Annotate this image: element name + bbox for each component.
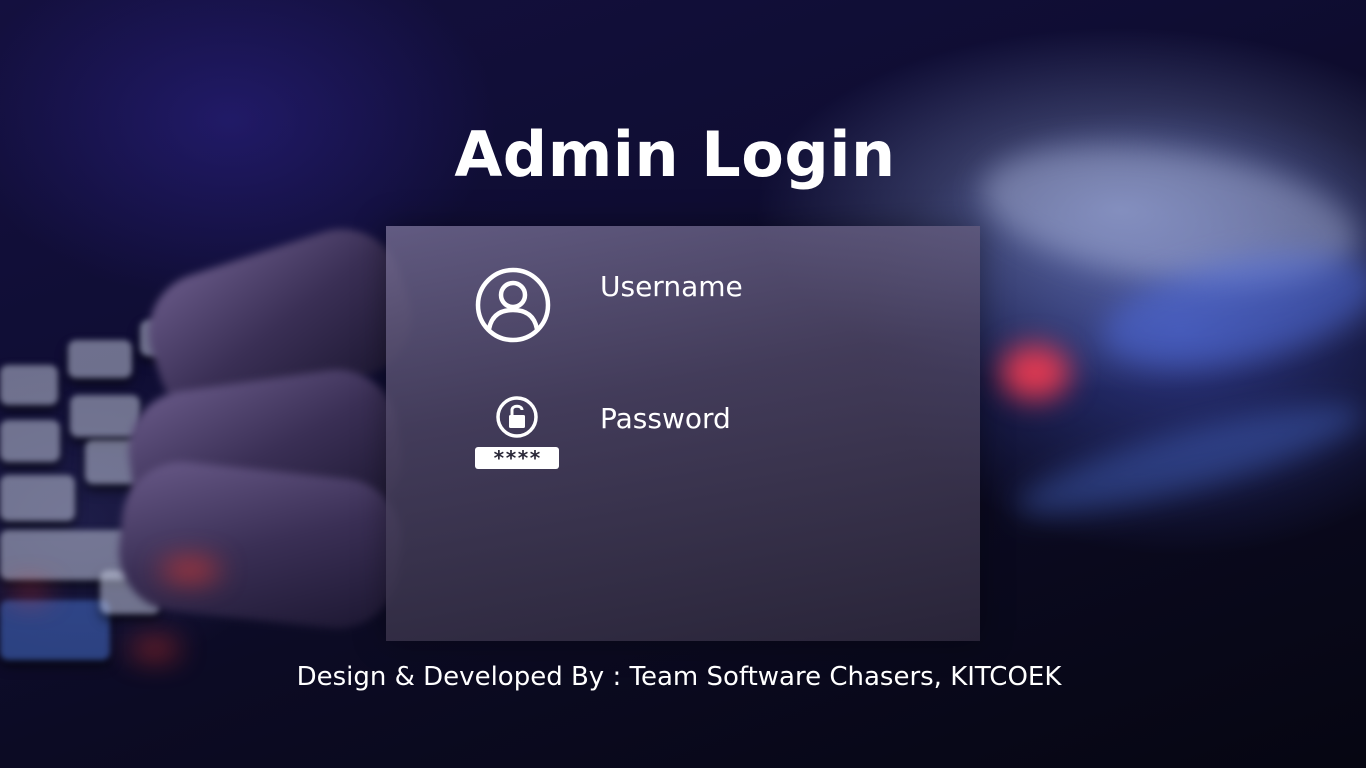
login-panel: **** (386, 226, 980, 641)
password-mask-text: **** (493, 446, 541, 470)
footer-credits: Design & Developed By : Team Software Ch… (296, 662, 1062, 692)
password-row: **** (386, 396, 980, 476)
user-circle-icon (474, 266, 552, 344)
password-input[interactable] (596, 396, 944, 440)
username-input[interactable] (596, 264, 944, 308)
username-row (386, 264, 980, 346)
lock-password-icon: **** (472, 396, 562, 472)
page-title: Admin Login (454, 118, 896, 191)
